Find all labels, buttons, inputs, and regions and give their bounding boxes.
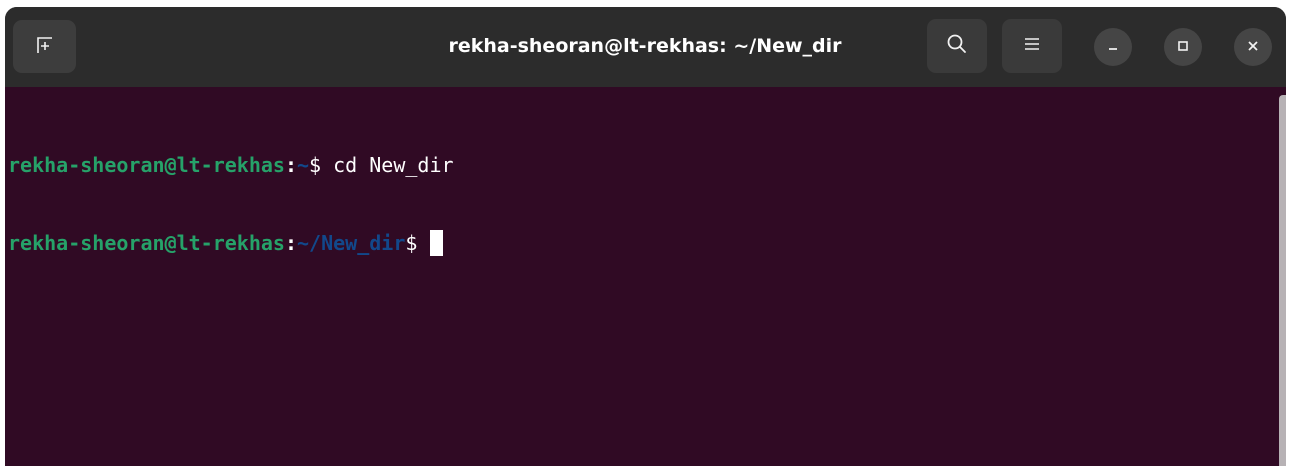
command-text: cd New_dir [321, 153, 454, 177]
prompt-symbol: $ [309, 153, 322, 177]
terminal-window: rekha-sheoran@lt-rekhas: ~/New_dir rekha… [5, 7, 1286, 466]
minimize-icon [1106, 38, 1120, 57]
new-tab-button[interactable] [13, 20, 76, 73]
maximize-button[interactable] [1164, 28, 1202, 66]
hamburger-menu-icon [1023, 36, 1041, 56]
close-button[interactable] [1234, 28, 1272, 66]
terminal-line: rekha-sheoran@lt-rekhas:~$ cd New_dir [8, 152, 454, 178]
scrollbar[interactable] [1279, 95, 1286, 466]
maximize-icon [1176, 38, 1190, 57]
window-title: rekha-sheoran@lt-rekhas: ~/New_dir [448, 35, 842, 57]
terminal-area[interactable]: rekha-sheoran@lt-rekhas:~$ cd New_dir re… [5, 87, 1286, 466]
close-icon [1246, 38, 1260, 57]
terminal-line: rekha-sheoran@lt-rekhas:~/New_dir$ [8, 230, 454, 256]
menu-button[interactable] [1002, 19, 1062, 73]
text-cursor [430, 230, 444, 256]
prompt-path: ~/New_dir [297, 231, 406, 255]
minimize-button[interactable] [1094, 28, 1132, 66]
title-bar: rekha-sheoran@lt-rekhas: ~/New_dir [5, 7, 1286, 87]
prompt-user-host: rekha-sheoran@lt-rekhas [8, 231, 285, 255]
search-icon [946, 33, 968, 59]
new-tab-icon [35, 35, 55, 59]
prompt-colon: : [284, 153, 297, 177]
command-text [417, 231, 429, 255]
prompt-symbol: $ [405, 231, 418, 255]
terminal-output: rekha-sheoran@lt-rekhas:~$ cd New_dir re… [8, 100, 454, 308]
prompt-user-host: rekha-sheoran@lt-rekhas [8, 153, 285, 177]
prompt-colon: : [284, 231, 297, 255]
prompt-path: ~ [297, 153, 310, 177]
search-button[interactable] [927, 19, 987, 73]
